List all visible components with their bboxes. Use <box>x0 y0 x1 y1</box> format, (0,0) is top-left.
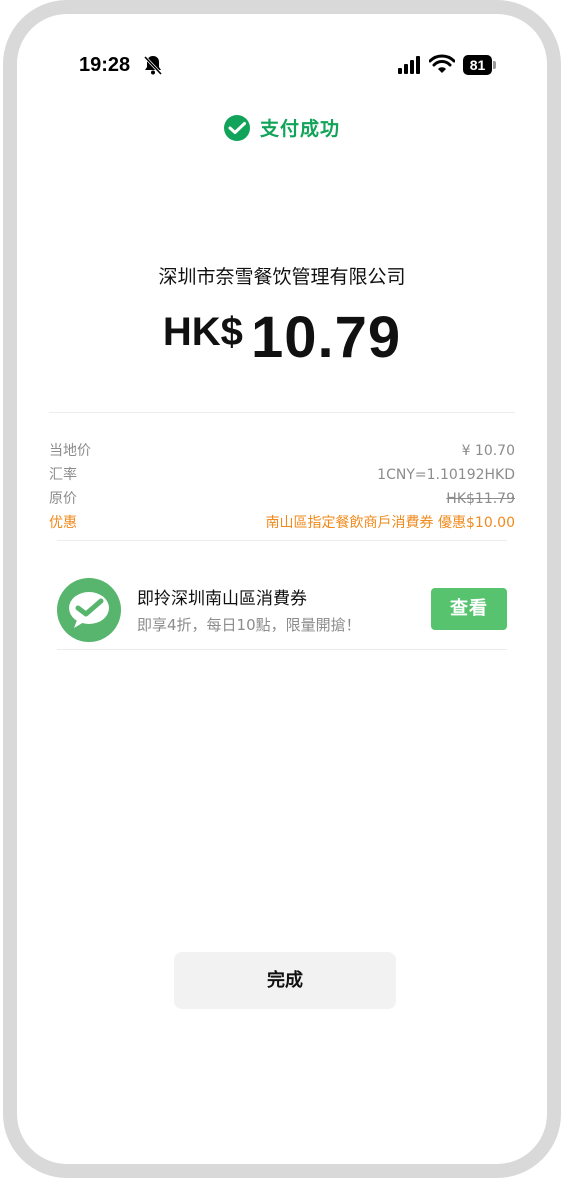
payment-amount: HK$ 10.79 <box>17 304 547 371</box>
divider-promo-bottom <box>57 649 507 650</box>
detail-label: 优惠 <box>49 515 77 531</box>
payment-success-text: 支付成功 <box>259 118 340 140</box>
bell-muted-icon <box>143 55 163 76</box>
detail-value: 南山區指定餐飲商戶消費券 優惠$10.00 <box>265 515 515 531</box>
promo-title: 即拎深圳南山區消費券 <box>137 589 307 609</box>
battery-level: 81 <box>469 57 486 73</box>
amount-value: 10.79 <box>250 305 402 370</box>
status-bar: 19:28 81 <box>17 14 547 104</box>
currency-symbol: HK$ <box>162 310 243 354</box>
payment-success-header: 支付成功 <box>17 114 547 146</box>
merchant-name: 深圳市奈雪餐饮管理有限公司 <box>158 266 406 288</box>
detail-row-exchange-rate: 汇率 1CNY=1.10192HKD <box>49 463 515 487</box>
detail-value: 1CNY=1.10192HKD <box>377 467 515 483</box>
wifi-icon <box>429 54 455 73</box>
battery-icon: 81 <box>463 55 497 75</box>
detail-label: 汇率 <box>49 467 77 483</box>
detail-row-original-price: 原价 HK$11.79 <box>49 487 515 511</box>
promo-subtitle: 即享4折，每日10點，限量開搶！ <box>137 616 361 634</box>
detail-label: 当地价 <box>49 443 91 459</box>
view-button[interactable]: 查看 <box>431 588 507 630</box>
cellular-signal-icon <box>398 56 420 74</box>
phone-frame: 19:28 81 支付成功 深圳市奈雪餐饮管理有限公司 HK$ 10.79 当地… <box>3 0 561 1178</box>
battery-nub <box>493 61 496 69</box>
detail-label: 原价 <box>49 491 77 507</box>
detail-row-discount: 优惠 南山區指定餐飲商戶消費券 優惠$10.00 <box>49 511 515 535</box>
done-button[interactable]: 完成 <box>174 952 396 1009</box>
wechat-pay-check-icon <box>223 114 250 141</box>
detail-row-local-price: 当地价 ¥ 10.70 <box>49 439 515 463</box>
detail-value: HK$11.79 <box>446 491 515 507</box>
detail-value: ¥ 10.70 <box>461 443 515 459</box>
wechat-pay-logo-icon <box>57 578 121 642</box>
divider-promo-top <box>57 540 507 541</box>
payment-details: 当地价 ¥ 10.70 汇率 1CNY=1.10192HKD 原价 HK$11.… <box>49 439 515 535</box>
promo-card[interactable]: 即拎深圳南山區消費券 即享4折，每日10點，限量開搶！ 查看 <box>57 554 507 664</box>
divider-top <box>49 412 515 413</box>
status-time: 19:28 <box>79 54 131 76</box>
